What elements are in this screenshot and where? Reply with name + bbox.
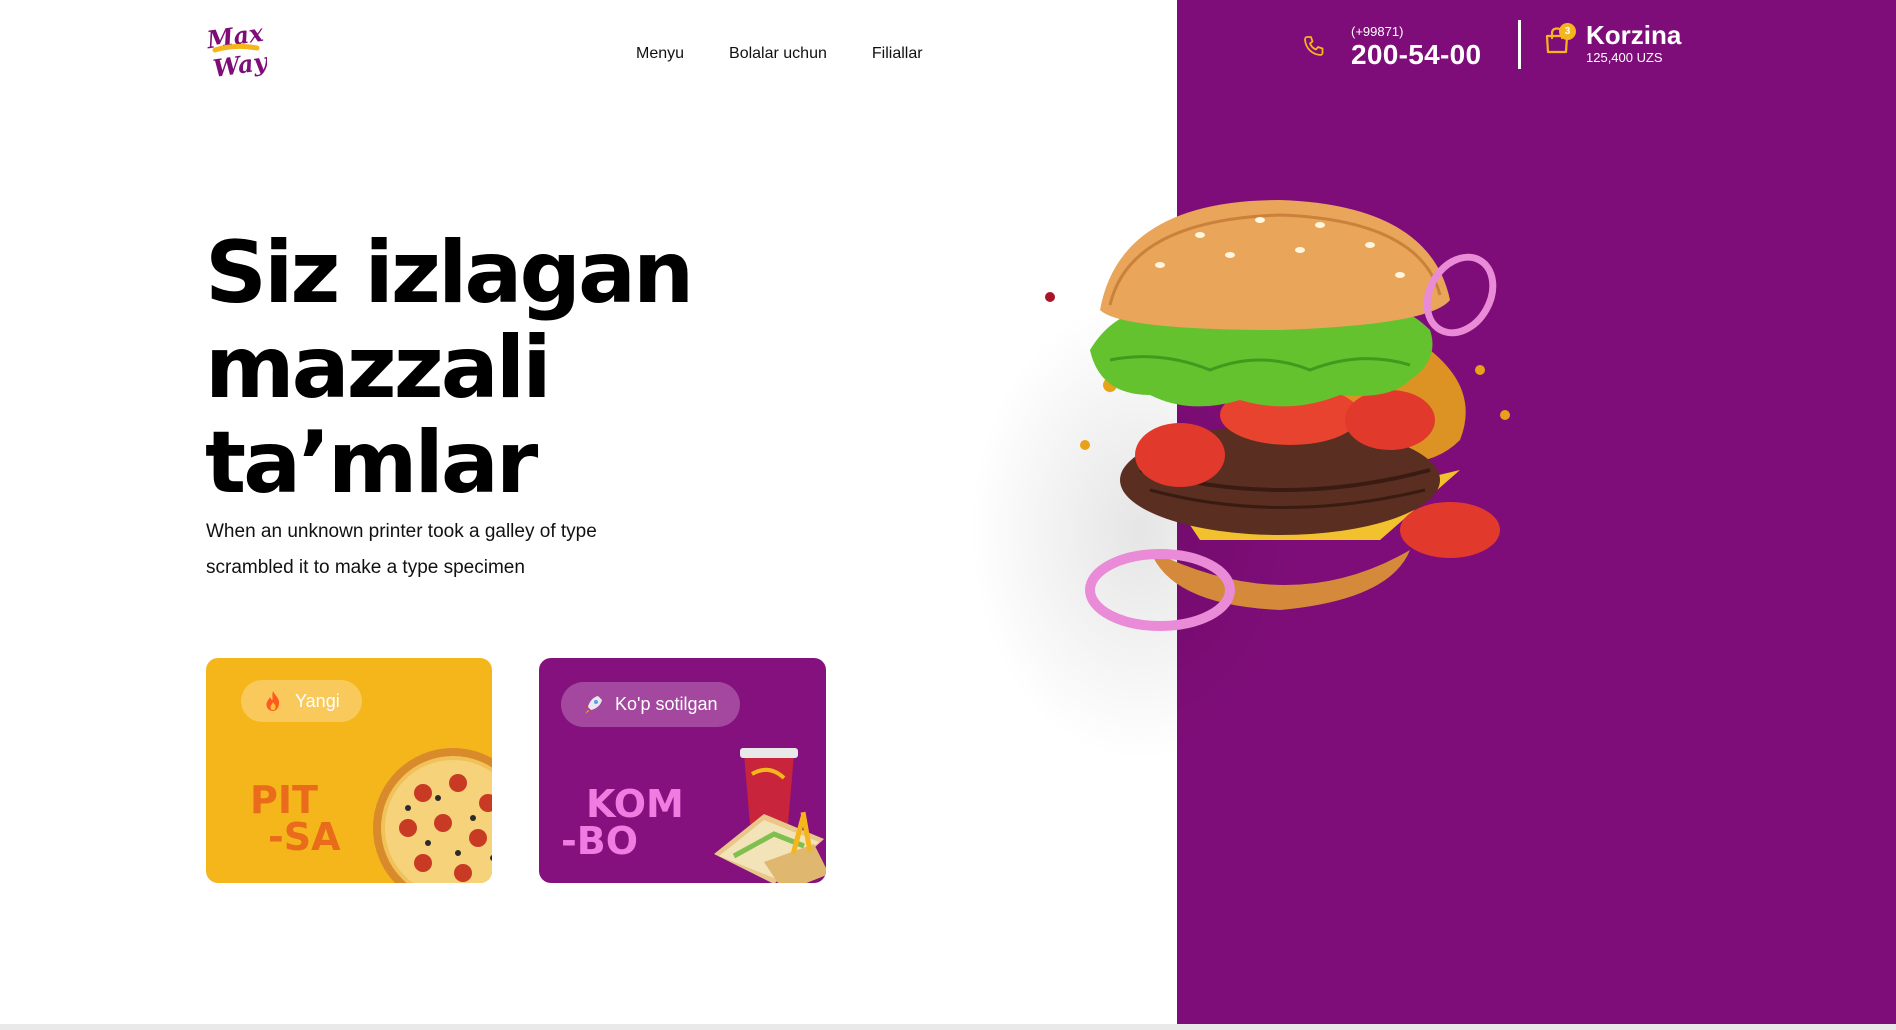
combo-image: [714, 748, 826, 883]
category-card-pizza[interactable]: Yangi PIT -SA: [206, 658, 492, 883]
phone-number[interactable]: 200-54-00: [1351, 39, 1481, 71]
phone-prefix: (+99871): [1351, 24, 1404, 39]
hero-title-line: Siz izlagan: [205, 223, 694, 323]
burger-hero-image: [1045, 200, 1510, 631]
hero-subtitle-line: scrambled it to make a type specimen: [206, 557, 525, 578]
category-card-combo[interactable]: Ko'p sotilgan KOM -BO: [539, 658, 826, 883]
card-word-line: PIT: [250, 778, 318, 822]
cart-icon-wrap: 3: [1544, 23, 1576, 60]
badge-bestseller-label: Ko'p sotilgan: [615, 694, 718, 714]
hero-title-line: ta’mlar: [205, 413, 538, 513]
cart-button[interactable]: 3 Korzina 125,400 UZS: [1544, 20, 1681, 66]
header-divider: [1518, 20, 1521, 69]
hero-title-line: mazzali: [205, 318, 552, 418]
badge-new: Yangi: [241, 680, 362, 722]
maxway-logo[interactable]: Max Way: [205, 18, 267, 86]
page-bottom-border: [0, 1024, 1896, 1030]
nav-link-bolalar-uchun[interactable]: Bolalar uchun: [729, 44, 827, 64]
card-word-pitsa: PIT -SA: [250, 778, 341, 859]
main-nav: Menyu Bolalar uchun Filiallar: [636, 44, 923, 64]
badge-bestseller: Ko'p sotilgan: [561, 682, 740, 727]
fire-icon: [266, 691, 280, 711]
hero-subtitle-line: When an unknown printer took a galley of…: [206, 521, 597, 542]
pizza-image: [373, 748, 492, 883]
hero-subtitle: When an unknown printer took a galley of…: [206, 514, 676, 586]
card-word-line: KOM: [586, 782, 684, 826]
card-word-kombo: KOM -BO: [561, 782, 684, 863]
phone-icon: [1304, 36, 1324, 56]
rocket-icon: [585, 695, 602, 714]
cart-count-badge: 3: [1559, 23, 1576, 40]
nav-link-menyu[interactable]: Menyu: [636, 44, 684, 64]
card-word-line: -BO: [561, 819, 639, 863]
hero-title: Siz izlagan mazzali ta’mlar: [205, 226, 825, 511]
phone-contact[interactable]: (+99871) 200-54-00: [1302, 24, 1481, 71]
nav-link-filiallar[interactable]: Filiallar: [872, 44, 923, 64]
card-word-line: -SA: [268, 815, 341, 859]
cart-title: Korzina: [1586, 20, 1682, 50]
badge-new-label: Yangi: [295, 690, 340, 711]
cart-total: 125,400 UZS: [1586, 50, 1663, 65]
